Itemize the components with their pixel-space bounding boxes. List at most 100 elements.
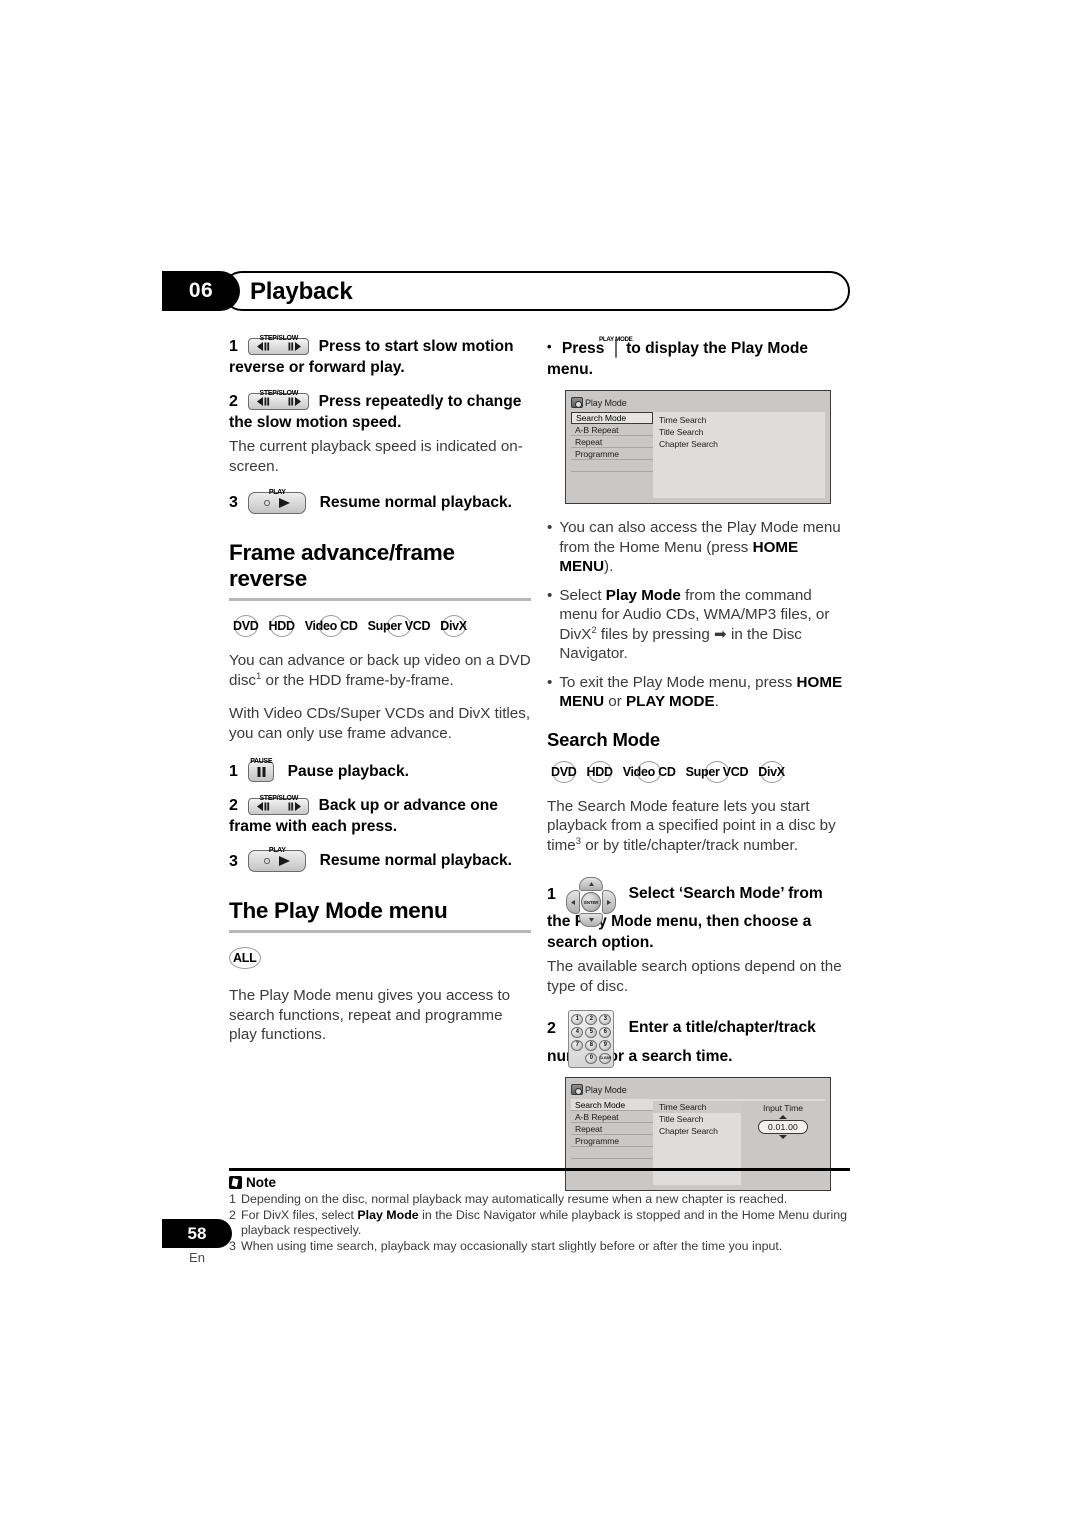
osd-menu-item-ab-repeat[interactable]: A-B Repeat xyxy=(571,424,653,437)
step-number: 2 xyxy=(547,1019,556,1037)
search-mode-intro: The Search Mode feature lets you start p… xyxy=(547,797,850,856)
disc-badge-super-vcd: Super VCD xyxy=(364,614,435,638)
dpad-up-icon xyxy=(579,877,604,892)
step-slow-key-1: STEP/SLOW xyxy=(248,335,310,356)
frame-advance-heading: Frame advance/frame reverse xyxy=(229,540,455,591)
osd-menu-item-programme[interactable]: Programme xyxy=(571,448,653,461)
dpad-icon: ENTER xyxy=(566,877,617,928)
numpad-row-4: 0 CLEAR xyxy=(571,1052,612,1065)
footnote-text: Depending on the disc, normal playback m… xyxy=(241,1192,787,1208)
osd-body: Search Mode A-B Repeat Repeat Programme … xyxy=(571,412,825,499)
disc-label: Super VCD xyxy=(367,619,431,633)
key-caption: PLAY xyxy=(268,847,286,855)
osd-sub-item-title-search[interactable]: Title Search xyxy=(659,1113,741,1125)
numpad-key-clear: CLEAR xyxy=(599,1053,612,1065)
osd-sub-item-time-search[interactable]: Time Search xyxy=(659,414,737,426)
step-frame-2: 2 STEP/SLOW Back up or advance one frame… xyxy=(229,795,531,837)
key-caption: PLAY xyxy=(268,489,286,496)
step-text: Resume normal playback. xyxy=(319,494,512,512)
page-header: 06 Playback xyxy=(162,271,850,311)
note-label: Note xyxy=(246,1175,276,1190)
osd-titlebar: Play Mode xyxy=(571,396,825,409)
osd-menu-item-search-mode[interactable]: Search Mode xyxy=(571,1099,653,1112)
osd-menu-item-repeat[interactable]: Repeat xyxy=(571,436,653,449)
bullet-text: You can also access the Play Mode menu f… xyxy=(559,518,850,577)
footnote-text: For DivX files, select Play Mode in the … xyxy=(241,1208,854,1239)
increment-arrow-icon[interactable] xyxy=(779,1115,787,1120)
osd-sub-item-time-search[interactable]: Time Search xyxy=(653,1101,741,1114)
osd-menu-item-programme[interactable]: Programme xyxy=(571,1135,653,1148)
enter-button-icon: ENTER xyxy=(581,892,602,913)
disc-label: Super VCD xyxy=(685,764,749,779)
osd-menu-item-ab-repeat[interactable]: A-B Repeat xyxy=(571,1111,653,1124)
bullet-text-bold: Play Mode xyxy=(605,586,681,604)
osd-title-text: Play Mode xyxy=(585,397,627,408)
play-mode-key: PLAY MODE xyxy=(599,336,633,359)
osd-sub-item-title-search[interactable]: Title Search xyxy=(659,426,737,438)
osd-sub-item-chapter-search[interactable]: Chapter Search xyxy=(659,438,737,450)
note-pencil-icon xyxy=(229,1176,242,1189)
disc-badge-hdd: HDD xyxy=(265,614,299,638)
osd-input-time-value[interactable]: 0.01.00 xyxy=(757,1120,809,1135)
chapter-number-badge: 06 xyxy=(162,271,240,311)
search-mode-heading: Search Mode xyxy=(547,728,660,750)
bullet-text-part: To exit the Play Mode menu, press xyxy=(559,673,797,691)
bullet-exit-play-mode: • To exit the Play Mode menu, press HOME… xyxy=(547,673,850,712)
osd-menu-item-empty-2 xyxy=(571,472,653,484)
osd-submenu: Time Search Title Search Chapter Search … xyxy=(653,1099,825,1186)
osd-submenu-col: Time Search Title Search Chapter Search xyxy=(659,414,737,498)
disc-badge-hdd: HDD xyxy=(583,760,617,784)
step-number: 1 xyxy=(229,338,238,355)
right-column: • Press PLAY MODE to display the Play Mo… xyxy=(547,336,850,1192)
disc-label: Video CD xyxy=(304,619,358,633)
osd-play-mode-menu-screenshot: Play Mode Search Mode A-B Repeat Repeat … xyxy=(565,390,831,505)
disc-badge-dvd: DVD xyxy=(229,614,263,638)
osd-menu-item-empty-1 xyxy=(571,460,653,473)
search-intro-b: or by title/chapter/track number. xyxy=(581,836,798,854)
osd-submenu-col: Time Search Title Search Chapter Search xyxy=(653,1101,741,1185)
disc-badge-video-cd: Video CD xyxy=(301,614,362,638)
osd-time-search-screenshot: Play Mode Search Mode A-B Repeat Repeat … xyxy=(565,1077,831,1192)
bullet-text-part: . xyxy=(714,693,719,711)
step-slow-1: 1 STEP/SLOW Press to start slow motion r… xyxy=(229,335,531,378)
disc-badge-divx: DivX xyxy=(754,760,789,784)
manual-page: 06 Playback 1 STEP/SLOW Press to start s… xyxy=(0,0,1080,1527)
osd-sub-item-chapter-search[interactable]: Chapter Search xyxy=(659,1125,741,1137)
frame-para-b: or the HDD frame-by-frame. xyxy=(261,671,454,689)
disc-badge-divx: DivX xyxy=(436,614,471,638)
footnote-text: When using time search, playback may occ… xyxy=(241,1239,782,1255)
decrement-arrow-icon[interactable] xyxy=(779,1135,787,1140)
number-keypad-icon: 1 2 3 4 5 6 7 8 9 0 CLEAR xyxy=(568,1010,615,1069)
footnote-number: 1 xyxy=(229,1192,236,1206)
osd-menu-item-empty-1 xyxy=(571,1147,653,1160)
bullet-home-menu: • You can also access the Play Mode menu… xyxy=(547,518,850,577)
footnote-text-part: When using time search, playback may occ… xyxy=(241,1238,783,1253)
osd-input-panel: Input Time 0.01.00 xyxy=(741,1101,825,1186)
bullet-text-part: or xyxy=(604,693,626,711)
footnote-2: 2 For DivX files, select Play Mode in th… xyxy=(229,1208,854,1239)
bullet-text: Select Play Mode from the command menu f… xyxy=(559,586,850,664)
osd-title-text: Play Mode xyxy=(585,1084,627,1095)
step-number: 1 xyxy=(547,885,556,903)
disc-badge-all: ALL xyxy=(228,946,261,970)
footnote-text-part: For DivX files, select xyxy=(241,1207,358,1222)
disc-label: DivX xyxy=(758,764,785,779)
press-word: Press xyxy=(561,340,605,357)
slow-motion-note: The current playback speed is indicated … xyxy=(229,438,523,475)
play-mode-disc-icon xyxy=(571,397,583,409)
section-divider xyxy=(229,598,531,601)
note-header: Note xyxy=(229,1175,276,1190)
disc-label: DVD xyxy=(551,764,577,779)
dpad-left-icon xyxy=(566,890,581,915)
step-slow-2: 2 STEP/SLOW Press repeatedly to change t… xyxy=(229,390,531,433)
step-number: 1 xyxy=(229,763,238,780)
disc-badges-all: ALL xyxy=(228,946,531,970)
step-search-1: 1 ENTER Select ‘Search Mode’ from the Pl… xyxy=(547,877,850,953)
footnotes-list: 1 Depending on the disc, normal playback… xyxy=(229,1192,854,1254)
osd-menu-item-repeat[interactable]: Repeat xyxy=(571,1123,653,1136)
osd-menu-item-search-mode[interactable]: Search Mode xyxy=(571,412,653,425)
osd-body: Search Mode A-B Repeat Repeat Programme … xyxy=(571,1099,825,1186)
step-search-2: 2 1 2 3 4 5 6 7 8 9 0 CLEAR Enter a titl… xyxy=(547,1010,850,1069)
bullet-select-play-mode: • Select Play Mode from the command menu… xyxy=(547,586,850,664)
key-caption: STEP/SLOW xyxy=(259,390,299,398)
